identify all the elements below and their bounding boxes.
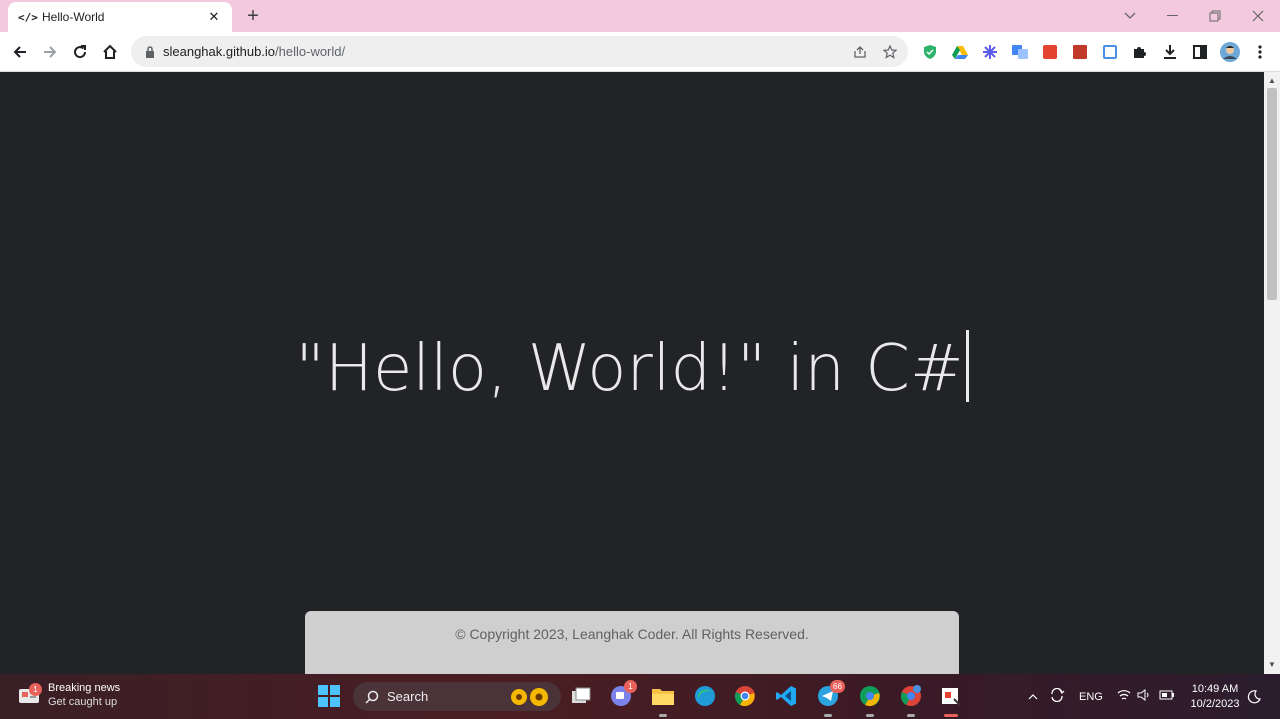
url-text: sleanghak.github.io/hello-world/: [163, 44, 346, 59]
reload-icon[interactable]: [66, 38, 94, 66]
download-icon[interactable]: [1160, 42, 1180, 62]
windows-taskbar: 1 Breaking news Get caught up Search 1 6…: [0, 674, 1280, 719]
bookmark-star-icon[interactable]: [878, 40, 902, 64]
search-icon: [365, 690, 379, 704]
news-title: Breaking news: [48, 682, 121, 694]
language-indicator[interactable]: ENG: [1079, 691, 1103, 703]
profile-avatar[interactable]: [1220, 42, 1240, 62]
vscode-icon[interactable]: [773, 683, 799, 709]
chevron-up-icon[interactable]: [1025, 691, 1041, 703]
news-subtitle: Get caught up: [48, 696, 118, 708]
tab-hello-world[interactable]: </> Hello-World ✕: [8, 2, 232, 32]
telegram-icon[interactable]: 66: [815, 680, 845, 717]
forward-icon[interactable]: [36, 38, 64, 66]
close-tab-icon[interactable]: ✕: [206, 9, 222, 25]
chrome-profile-icon[interactable]: [857, 683, 883, 717]
book-extension-icon[interactable]: [1070, 42, 1090, 62]
home-icon[interactable]: [96, 38, 124, 66]
copyright-text: © Copyright 2023, Leanghak Coder. All Ri…: [455, 626, 809, 642]
news-widget[interactable]: 1 Breaking news Get caught up: [18, 682, 120, 708]
clock-time: 10:49 AM: [1191, 683, 1239, 695]
google-translate-icon[interactable]: [1010, 42, 1030, 62]
search-label: Search: [387, 689, 429, 704]
google-drive-icon[interactable]: [950, 42, 970, 62]
snipping-tool-icon[interactable]: [938, 683, 964, 717]
task-view-icon[interactable]: [568, 683, 594, 709]
page-headline: "Hello, World!" in C#: [0, 330, 1264, 406]
menu-kebab-icon[interactable]: [1250, 42, 1270, 62]
scroll-up-icon[interactable]: ▲: [1264, 74, 1280, 88]
chrome-icon[interactable]: [732, 683, 758, 709]
tab-search-icon[interactable]: [1110, 0, 1150, 32]
system-tray: ENG: [1025, 674, 1175, 719]
shield-extension-icon[interactable]: [920, 42, 940, 62]
restore-icon[interactable]: [1195, 0, 1235, 32]
snowflake-extension-icon[interactable]: [980, 42, 1000, 62]
vertical-scrollbar[interactable]: ▲ ▼: [1264, 72, 1280, 674]
address-bar[interactable]: sleanghak.github.io/hello-world/: [131, 36, 908, 67]
windows-start-icon[interactable]: [316, 683, 342, 709]
taskbar-search[interactable]: Search: [353, 682, 561, 711]
do-not-disturb-icon[interactable]: [1244, 684, 1264, 710]
battery-icon[interactable]: [1159, 690, 1175, 703]
scrollbar-thumb[interactable]: [1267, 88, 1277, 300]
typing-cursor: [965, 330, 969, 402]
telegram-badge: 66: [830, 680, 845, 693]
page-footer: © Copyright 2023, Leanghak Coder. All Ri…: [305, 611, 959, 674]
teams-chat-icon[interactable]: 1: [608, 680, 637, 709]
close-window-icon[interactable]: [1238, 0, 1278, 32]
news-badge: 1: [29, 683, 42, 696]
file-explorer-icon[interactable]: [650, 683, 676, 717]
tab-title: Hello-World: [42, 10, 105, 24]
lock-icon[interactable]: [143, 45, 157, 59]
minimize-icon[interactable]: [1153, 0, 1193, 32]
todoist-icon[interactable]: [1040, 42, 1060, 62]
wifi-icon[interactable]: [1117, 689, 1131, 704]
page-viewport: "Hello, World!" in C# © Copyright 2023, …: [0, 72, 1264, 674]
chrome-dev-icon[interactable]: [898, 683, 924, 717]
extensions-puzzle-icon[interactable]: [1130, 42, 1150, 62]
title-bar: </> Hello-World ✕ +: [0, 0, 1280, 32]
sync-icon[interactable]: [1049, 687, 1065, 705]
sunflower-icon: [511, 688, 548, 706]
clock-date: 10/2/2023: [1190, 698, 1240, 710]
new-tab-button[interactable]: +: [243, 4, 263, 28]
volume-icon[interactable]: [1137, 689, 1151, 704]
taskbar-clock[interactable]: 10:49 AM 10/2/2023: [1186, 682, 1244, 712]
browser-toolbar: sleanghak.github.io/hello-world/: [0, 32, 1280, 72]
side-panel-icon[interactable]: [1190, 42, 1210, 62]
scroll-down-icon[interactable]: ▼: [1264, 658, 1280, 672]
teams-badge: 1: [624, 680, 637, 693]
code-icon: </>: [18, 10, 38, 24]
news-icon: 1: [18, 683, 42, 706]
notes-extension-icon[interactable]: [1100, 42, 1120, 62]
share-icon[interactable]: [848, 40, 872, 64]
edge-browser-icon[interactable]: [692, 683, 718, 709]
back-icon[interactable]: [6, 38, 34, 66]
